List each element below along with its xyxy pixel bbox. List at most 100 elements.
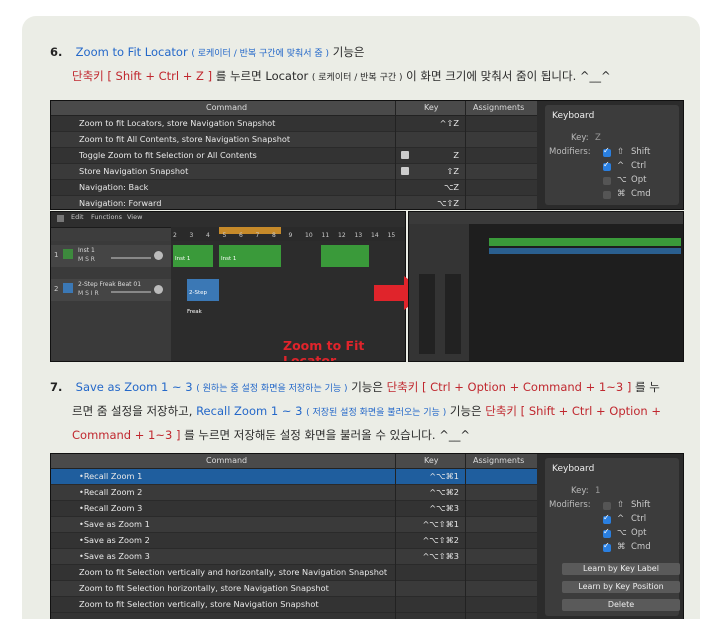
header-key[interactable]: Key <box>424 454 439 468</box>
keyboard-title: Keyboard <box>552 111 595 121</box>
keyboard-title: Keyboard <box>552 464 595 474</box>
section-7-l3: 를 누르면 저장해둔 설정 화면을 불러올 수 있습니다. ^__^ <box>184 428 470 442</box>
section-6-title: Zoom to Fit Locator <box>75 45 188 59</box>
ruler-bar-number: 4 <box>206 232 210 239</box>
modifier-checkbox-opt[interactable] <box>603 527 611 538</box>
zoomed-region[interactable] <box>489 238 681 246</box>
header-key[interactable]: Key <box>424 101 439 115</box>
modifier-name: Ctrl <box>631 161 647 171</box>
command-name: •Save as Zoom 2 <box>79 535 150 545</box>
command-name: •Save as Zoom 3 <box>79 551 150 561</box>
command-name: •Recall Zoom 1 <box>79 471 143 481</box>
section-7-keys2b: Command + 1~3 ] <box>72 428 181 442</box>
ruler-bar-number: 14 <box>371 232 379 239</box>
section-7-l2a: 르면 줌 설정을 저장하고, <box>72 404 193 418</box>
mute-solo-buttons[interactable]: M S I R <box>78 290 99 297</box>
ruler-bar-number: 8 <box>272 232 276 239</box>
modifier-name: Cmd <box>631 542 651 552</box>
section-6-text: 6. Zoom to Fit Locator ( 로케이터 / 반복 구간에 맞… <box>50 41 690 89</box>
section-6-shortcut-word: 단축키 <box>72 69 104 83</box>
mute-solo-buttons[interactable]: M S R <box>78 256 95 263</box>
ruler-bar-number: 6 <box>239 232 243 239</box>
ruler-bar-number: 10 <box>305 232 313 239</box>
modifier-name: Shift <box>631 147 651 157</box>
keyboard-panel-1: Keyboard Key: Z Modifiers: ⇧ Shift ^ Ctrl ⌥ O… <box>545 105 679 205</box>
command-name: Zoom to fit Selection vertically, store … <box>79 599 319 609</box>
modifier-checkbox-opt[interactable] <box>603 177 611 185</box>
command-table-1: Command Key Assignments Zoom to fit Loca… <box>51 101 537 209</box>
modifier-checkbox-shift[interactable] <box>603 146 611 157</box>
header-command[interactable]: Command <box>206 101 247 115</box>
delete-button[interactable]: Delete <box>562 599 680 611</box>
modifier-name: Opt <box>631 528 647 538</box>
command-name: Zoom to fit Selection horizontally, stor… <box>79 583 329 593</box>
command-name: Navigation: Back <box>79 182 149 192</box>
header-assignments[interactable]: Assignments <box>473 101 524 115</box>
learn-by-key-label-button[interactable]: Learn by Key Label <box>562 563 680 575</box>
ruler-bar-number: 13 <box>354 232 363 239</box>
ruler-bar-number: 3 <box>189 232 194 239</box>
region-inst-1c[interactable] <box>321 245 369 267</box>
track-header-1[interactable]: 1 Inst 1 M S R <box>51 245 171 267</box>
add-track-icon[interactable] <box>57 215 64 222</box>
pan-knob[interactable] <box>154 251 163 260</box>
content-card: 6. Zoom to Fit Locator ( 로케이터 / 반복 구간에 맞… <box>22 16 700 619</box>
key-binding: ^⌥⌘2 <box>429 487 459 497</box>
section-6-line2-note: ( 로케이터 / 반복 구간 ) <box>311 73 403 83</box>
section-6-title-tail: 기능은 <box>332 45 365 59</box>
logic-arrange-window: Edit Functions View 2 3 4 5 6 7 8 9 10 11 12 13 14 15… <box>50 211 406 362</box>
volume-slider[interactable] <box>111 291 151 293</box>
section-7-keys2a: [ Shift + Ctrl + Option + <box>520 404 661 418</box>
section-7-keys1: [ Ctrl + Option + Command + 1~3 ] <box>422 380 632 394</box>
pan-knob[interactable] <box>154 285 163 294</box>
arrange-menubar: Edit Functions View <box>51 212 405 228</box>
header-command[interactable]: Command <box>206 454 247 468</box>
track-number: 2 <box>54 285 59 293</box>
header-assignments[interactable]: Assignments <box>473 454 524 468</box>
modifier-symbol: ^ <box>617 161 625 171</box>
modifier-symbol: ⌘ <box>617 542 626 552</box>
modifier-checkbox-cmd[interactable] <box>603 541 611 552</box>
region-inst-1[interactable]: Inst 1 <box>173 245 213 267</box>
key-commands-panel-1: Command Key Assignments Zoom to fit Loca… <box>50 100 684 210</box>
section-7-t2-tail: 기능은 <box>449 404 482 418</box>
command-name: •Recall Zoom 3 <box>79 503 143 513</box>
key-binding: Z <box>453 150 459 160</box>
command-name: Store Navigation Snapshot <box>79 166 189 176</box>
region-inst-1b[interactable]: Inst 1 <box>219 245 281 267</box>
modifier-symbol: ^ <box>617 514 625 524</box>
key-binding: ^⌥⇧⌘1 <box>422 519 459 529</box>
modifier-name: Cmd <box>631 189 651 199</box>
volume-slider[interactable] <box>111 257 151 259</box>
ruler-bar-number: 5 <box>222 232 227 239</box>
modifier-symbol: ⇧ <box>617 147 625 157</box>
instrument-icon <box>63 249 73 259</box>
modifier-checkbox-ctrl[interactable] <box>603 513 611 524</box>
command-name: •Recall Zoom 2 <box>79 487 143 497</box>
section-7-t2-note: ( 저장된 설정 화면을 불러오는 기능 ) <box>306 408 447 418</box>
section-6-shortcut-keys: [ Shift + Ctrl + Z ] <box>107 69 213 83</box>
audio-icon <box>63 283 73 293</box>
command-name: Navigation: Forward <box>79 198 162 208</box>
modifier-checkbox-ctrl[interactable] <box>603 160 611 171</box>
menu-edit[interactable]: Edit <box>71 213 84 221</box>
section-6-line2: 를 누르면 Locator <box>215 69 309 83</box>
modifier-checkbox-cmd[interactable] <box>603 191 611 199</box>
key-binding: ^⌥⇧⌘3 <box>422 551 459 561</box>
modifiers-label: Modifiers: <box>549 147 591 157</box>
section-7-t1-tail: 기능은 <box>351 380 383 394</box>
modifier-symbol: ⇧ <box>617 500 625 510</box>
key-binding: ^⌥⌘1 <box>429 471 459 481</box>
region-audio[interactable]: 2-Step Freak <box>187 279 219 315</box>
menu-functions[interactable]: Functions <box>91 213 122 221</box>
key-commands-panel-2: Command Key Assignments •Recall Zoom 1 ^⌥… <box>50 453 684 619</box>
ruler-bar-number: 7 <box>255 232 260 239</box>
timeline-ruler[interactable]: 2 3 4 5 6 7 8 9 10 11 12 13 14 15 <box>171 227 405 241</box>
command-name: Zoom to fit Selection vertically and hor… <box>79 567 388 577</box>
modifier-checkbox-shift[interactable] <box>603 502 611 510</box>
menu-view[interactable]: View <box>127 213 142 221</box>
ruler-bar-number: 15 <box>387 232 396 239</box>
track-header-2[interactable]: 2 2-Step Freak Beat 01 M S I R <box>51 279 171 301</box>
learn-by-key-position-button[interactable]: Learn by Key Position <box>562 581 680 593</box>
zoomed-audio[interactable] <box>489 248 681 254</box>
